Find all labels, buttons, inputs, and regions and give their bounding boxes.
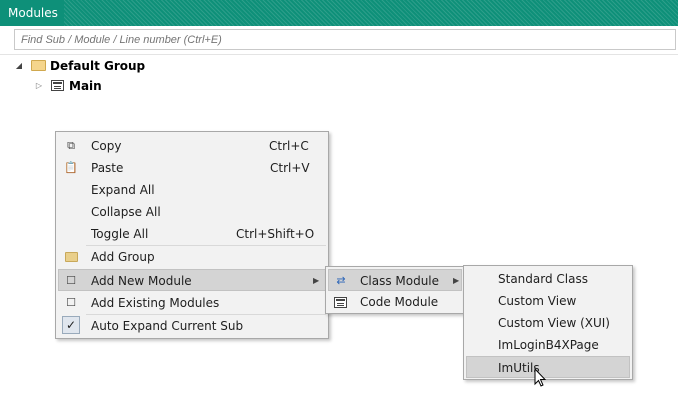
menu-item-label: Copy [91, 139, 122, 153]
menu-item-imloginb4xpage[interactable]: ImLoginB4XPage [466, 334, 630, 356]
module-icon [51, 80, 64, 91]
menu-item-label: ImLoginB4XPage [498, 338, 599, 352]
folder-icon [65, 252, 78, 262]
menu-item-label: Code Module [360, 295, 439, 309]
tree-item-main[interactable]: Main [69, 77, 102, 95]
menu-item-imutils[interactable]: ImUtils [466, 356, 630, 378]
menu-item-add-existing-modules[interactable]: ☐ Add Existing Modules [58, 292, 326, 314]
menu-item-code-module[interactable]: Code Module [328, 291, 462, 313]
mouse-pointer-icon [534, 368, 547, 387]
class-module-icon: ⇄ [336, 274, 346, 287]
menu-item-collapse-all[interactable]: Collapse All [58, 201, 326, 223]
tree-item-label: Main [69, 79, 102, 93]
menu-item-shortcut: Ctrl+Shift+O [236, 227, 315, 241]
menu-item-add-new-module[interactable]: ☐ Add New Module ▶ [58, 269, 326, 291]
menu-item-label: Add Group [91, 250, 155, 264]
menu-item-auto-expand[interactable]: ✓ Auto Expand Current Sub [58, 315, 326, 337]
window-title: Modules [0, 0, 64, 26]
menu-item-standard-class[interactable]: Standard Class [466, 268, 630, 290]
menu-item-label: Custom View [498, 294, 577, 308]
menu-item-toggle-all[interactable]: Toggle All Ctrl+Shift+O [58, 223, 326, 245]
tree-group-label: Default Group [50, 59, 146, 73]
menu-item-label: Add New Module [91, 274, 192, 288]
submenu-arrow-icon: ▶ [313, 276, 320, 285]
expand-triangle-icon[interactable]: ▷ [34, 81, 44, 91]
menu-item-label: Toggle All [91, 227, 149, 241]
tree-group-default[interactable]: Default Group [50, 57, 145, 75]
menu-item-class-module[interactable]: ⇄ Class Module ▶ [328, 269, 462, 291]
search-input[interactable] [14, 29, 676, 50]
menu-item-copy[interactable]: ⧉ Copy Ctrl+C [58, 135, 326, 157]
modules-titlebar: Modules [0, 0, 678, 26]
submenu-add-new-module: ⇄ Class Module ▶ Code Module [325, 266, 465, 314]
checkmark-icon: ✓ [62, 316, 80, 334]
copy-icon: ⧉ [67, 139, 75, 152]
add-existing-icon: ☐ [66, 296, 76, 309]
menu-item-shortcut: Ctrl+C [269, 139, 309, 153]
menu-item-shortcut: Ctrl+V [270, 161, 310, 175]
new-module-icon: ☐ [66, 274, 76, 287]
menu-item-expand-all[interactable]: Expand All [58, 179, 326, 201]
menu-item-label: Collapse All [91, 205, 161, 219]
menu-item-label: Add Existing Modules [91, 296, 220, 310]
context-menu: ⧉ Copy Ctrl+C 📋 Paste Ctrl+V Expand All … [55, 131, 329, 339]
submenu-class-module: Standard Class Custom View Custom View (… [463, 265, 633, 380]
menu-item-label: Paste [91, 161, 124, 175]
paste-icon: 📋 [64, 161, 78, 174]
divider [0, 54, 678, 55]
menu-item-add-group[interactable]: Add Group [58, 246, 326, 268]
menu-item-paste[interactable]: 📋 Paste Ctrl+V [58, 157, 326, 179]
submenu-arrow-icon: ▶ [453, 276, 460, 285]
menu-item-label: Expand All [91, 183, 155, 197]
menu-item-label: Standard Class [498, 272, 588, 286]
collapse-triangle-icon[interactable]: ◢ [14, 61, 24, 71]
menu-item-label: Custom View (XUI) [498, 316, 610, 330]
menu-item-label: Auto Expand Current Sub [91, 319, 244, 333]
code-module-icon [334, 297, 347, 308]
menu-item-custom-view-xui[interactable]: Custom View (XUI) [466, 312, 630, 334]
menu-item-custom-view[interactable]: Custom View [466, 290, 630, 312]
folder-icon [31, 60, 46, 71]
menu-item-label: Class Module [360, 274, 440, 288]
